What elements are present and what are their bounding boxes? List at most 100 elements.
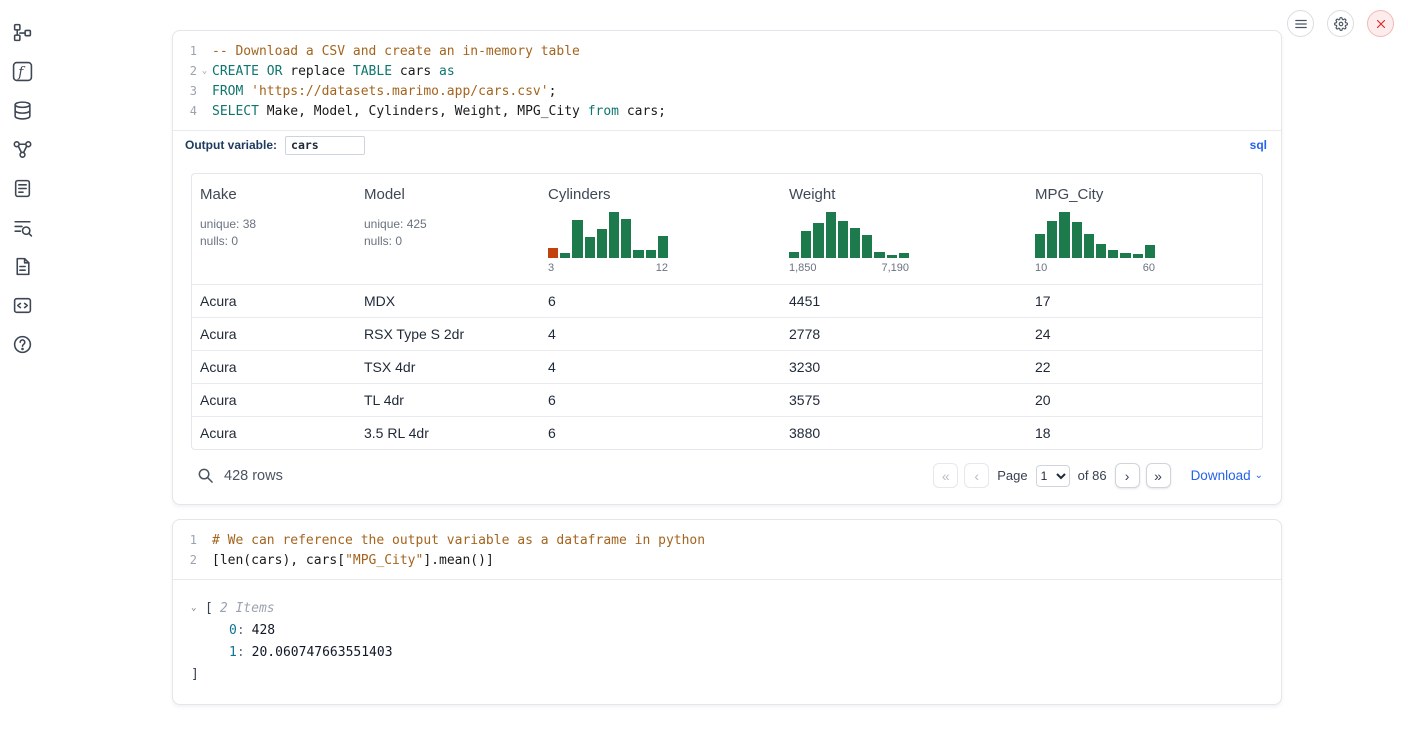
table-cell: 6 bbox=[540, 425, 781, 441]
histogram-bar bbox=[621, 219, 631, 258]
table-cell: TSX 4dr bbox=[356, 359, 540, 375]
code-token: ].mean()] bbox=[423, 553, 493, 568]
sidebar-variables-button[interactable]: f bbox=[10, 59, 34, 83]
sidebar-logs-button[interactable] bbox=[10, 215, 34, 239]
row-count: 428 rows bbox=[224, 468, 283, 484]
histogram-bar bbox=[1133, 254, 1143, 258]
histogram-bar bbox=[1072, 222, 1082, 258]
column-histogram[interactable]: 1060 bbox=[1035, 210, 1155, 274]
previous-page-button[interactable]: ‹ bbox=[964, 463, 989, 488]
table-cell: 2778 bbox=[781, 326, 1027, 342]
table-row[interactable]: AcuraTL 4dr6357520 bbox=[192, 383, 1262, 416]
table-header-row: Makeunique: 38nulls: 0Modelunique: 425nu… bbox=[192, 174, 1262, 284]
code-token: cars bbox=[392, 64, 439, 79]
tree-entry-colon: : bbox=[237, 645, 245, 660]
last-page-button[interactable]: » bbox=[1146, 463, 1171, 488]
table-search-button[interactable] bbox=[197, 467, 214, 484]
shutdown-button[interactable] bbox=[1367, 10, 1394, 37]
left-sidebar: f bbox=[0, 0, 44, 356]
snippets-icon bbox=[12, 295, 33, 316]
page-select[interactable]: 1 bbox=[1036, 465, 1070, 487]
page-label: Page bbox=[997, 468, 1027, 483]
histogram-bar bbox=[1145, 245, 1155, 258]
dependency-graph-icon bbox=[12, 139, 33, 160]
null-count: nulls: 0 bbox=[200, 233, 356, 250]
code-line: 3FROM 'https://datasets.marimo.app/cars.… bbox=[173, 81, 1281, 101]
table-row[interactable]: AcuraTSX 4dr4323022 bbox=[192, 350, 1262, 383]
histogram-bar bbox=[572, 220, 582, 258]
code-token: TABLE bbox=[353, 64, 392, 79]
sidebar-dependencies-button[interactable] bbox=[10, 137, 34, 161]
search-icon bbox=[197, 467, 214, 484]
null-count: nulls: 0 bbox=[364, 233, 540, 250]
sidebar-snippets-button[interactable] bbox=[10, 293, 34, 317]
sql-code-editor[interactable]: 1-- Download a CSV and create an in-memo… bbox=[173, 31, 1281, 130]
code-token: replace bbox=[282, 64, 352, 79]
column-histogram[interactable]: 312 bbox=[548, 210, 668, 274]
table-cell: 4451 bbox=[781, 293, 1027, 309]
chevrons-left-icon: « bbox=[942, 468, 950, 484]
menu-button[interactable] bbox=[1287, 10, 1314, 37]
histogram-max-label: 12 bbox=[656, 262, 668, 274]
next-page-button[interactable]: › bbox=[1115, 463, 1140, 488]
fold-chevron-icon[interactable]: ⌄ bbox=[197, 66, 212, 76]
histogram-bar bbox=[1059, 212, 1069, 258]
tree-entry-colon: : bbox=[237, 623, 245, 638]
list-search-icon bbox=[12, 217, 33, 238]
sidebar-file-tree-button[interactable] bbox=[10, 20, 34, 44]
line-number: 3 bbox=[173, 84, 197, 98]
line-number: 2 bbox=[173, 64, 197, 78]
sidebar-datasources-button[interactable] bbox=[10, 98, 34, 122]
table-row[interactable]: AcuraMDX6445117 bbox=[192, 284, 1262, 317]
tree-entry: 1:20.060747663551403 bbox=[173, 641, 1281, 663]
sidebar-documentation-button[interactable] bbox=[10, 254, 34, 278]
column-name: Weight bbox=[789, 186, 1027, 203]
histogram-axis-labels: 1,8507,190 bbox=[789, 262, 909, 274]
histogram-max-label: 7,190 bbox=[881, 262, 909, 274]
collapse-caret-icon[interactable]: ⌄ bbox=[191, 603, 205, 613]
code-text: # We can reference the output variable a… bbox=[212, 533, 705, 548]
column-name: Model bbox=[364, 186, 540, 203]
open-bracket: [ bbox=[205, 601, 213, 616]
column-header[interactable]: Makeunique: 38nulls: 0 bbox=[192, 174, 356, 284]
code-text: [len(cars), cars["MPG_City"].mean()] bbox=[212, 553, 494, 568]
sidebar-scratchpad-button[interactable] bbox=[10, 176, 34, 200]
table-cell: Acura bbox=[192, 425, 356, 441]
code-token: "MPG_City" bbox=[345, 553, 423, 568]
column-header[interactable]: MPG_City 1060 bbox=[1027, 174, 1262, 284]
table-cell: TL 4dr bbox=[356, 392, 540, 408]
table-cell: 6 bbox=[540, 392, 781, 408]
line-number: 1 bbox=[173, 533, 197, 547]
column-name: Cylinders bbox=[548, 186, 781, 203]
table-cell: 4 bbox=[540, 326, 781, 342]
python-code-editor[interactable]: 1 # We can reference the output variable … bbox=[173, 520, 1281, 579]
histogram-bar bbox=[826, 212, 836, 258]
table-row[interactable]: Acura3.5 RL 4dr6388018 bbox=[192, 416, 1262, 449]
unique-count: unique: 38 bbox=[200, 216, 356, 233]
code-token: from bbox=[588, 104, 619, 119]
histogram-bars bbox=[1035, 210, 1155, 258]
sidebar-help-button[interactable] bbox=[10, 332, 34, 356]
table-cell: 17 bbox=[1027, 293, 1262, 309]
column-name: MPG_City bbox=[1035, 186, 1262, 203]
code-token: 'https://datasets.marimo.app/cars.csv' bbox=[251, 84, 548, 99]
chevron-right-icon: › bbox=[1125, 468, 1130, 484]
column-header[interactable]: Cylinders 312 bbox=[540, 174, 781, 284]
chevrons-right-icon: » bbox=[1154, 468, 1162, 484]
download-button[interactable]: Download ⌄ bbox=[1191, 468, 1263, 483]
settings-button[interactable] bbox=[1327, 10, 1354, 37]
code-token: cars; bbox=[619, 104, 666, 119]
tree-entry-key: 0 bbox=[229, 623, 237, 638]
tree-entry-key: 1 bbox=[229, 645, 237, 660]
line-number: 1 bbox=[173, 44, 197, 58]
code-token: [len(cars), cars[ bbox=[212, 553, 345, 568]
table-row[interactable]: AcuraRSX Type S 2dr4277824 bbox=[192, 317, 1262, 350]
output-variable-input[interactable] bbox=[285, 136, 365, 155]
first-page-button[interactable]: « bbox=[933, 463, 958, 488]
function-icon: f bbox=[12, 61, 33, 82]
column-histogram[interactable]: 1,8507,190 bbox=[789, 210, 909, 274]
column-header[interactable]: Modelunique: 425nulls: 0 bbox=[356, 174, 540, 284]
scratchpad-icon bbox=[12, 178, 33, 199]
column-header[interactable]: Weight 1,8507,190 bbox=[781, 174, 1027, 284]
code-text: CREATE OR replace TABLE cars as bbox=[212, 64, 455, 79]
